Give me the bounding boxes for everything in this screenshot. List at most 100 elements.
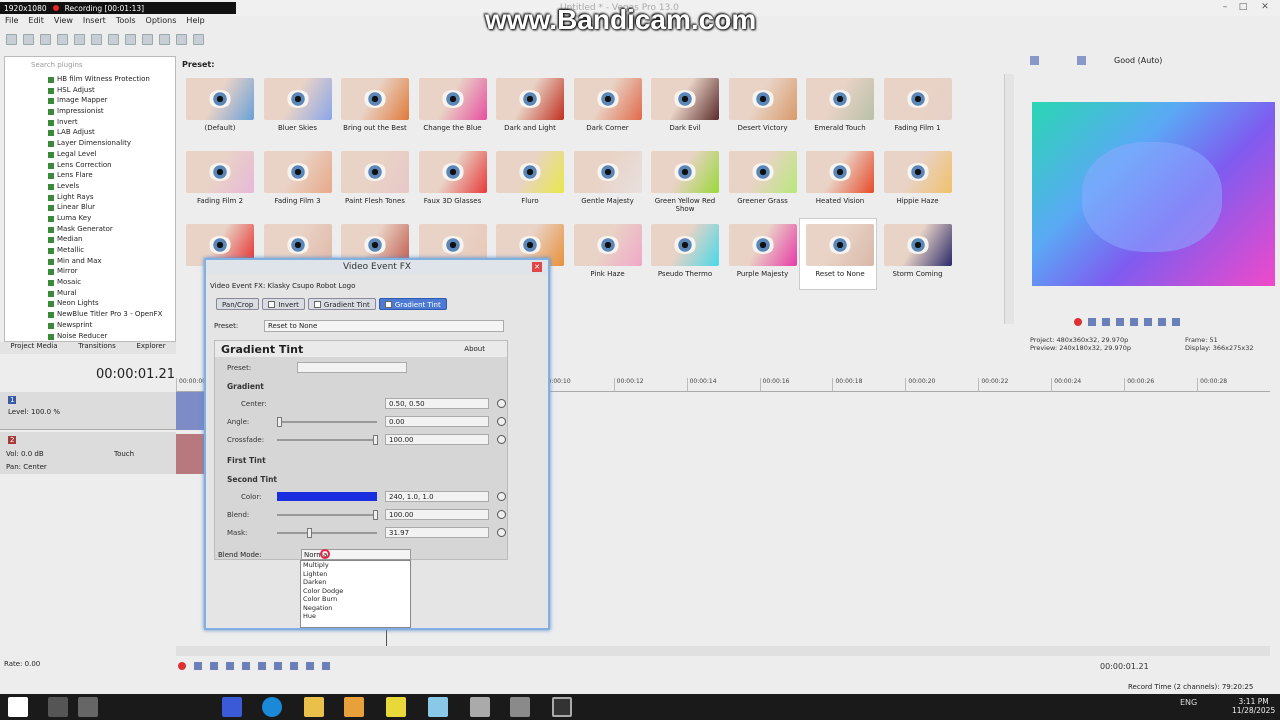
blend-option[interactable]: Multiply [303, 561, 410, 570]
redo-icon[interactable] [159, 34, 170, 45]
preset-thumbnail[interactable] [186, 151, 254, 193]
crossfade-value[interactable]: 100.00 [385, 434, 489, 445]
fx-list-item[interactable]: NewBlue Titler Pro 3 - OpenFX [5, 310, 175, 321]
dialog-close-button[interactable]: ✕ [532, 262, 542, 272]
next-frame-icon[interactable] [322, 662, 330, 670]
blend-option[interactable]: Color Burn [303, 595, 410, 604]
blend-mode-select[interactable]: Normal [301, 549, 411, 560]
fx-list-item[interactable]: Impressionist [5, 107, 175, 118]
play-from-start-icon[interactable] [1102, 318, 1110, 326]
preset-thumbnail[interactable] [418, 78, 487, 120]
pause-icon[interactable] [242, 662, 250, 670]
save-icon[interactable] [40, 34, 51, 45]
help-icon[interactable] [193, 34, 204, 45]
go-to-start-icon[interactable] [1158, 318, 1166, 326]
preset-thumbnail[interactable] [651, 151, 719, 193]
loop-icon[interactable] [194, 662, 202, 670]
preset-label[interactable]: (Default) [181, 124, 259, 132]
tray-clock[interactable]: 3:11 PM 11/28/2025 [1232, 697, 1275, 715]
blend-option[interactable]: Darken [303, 578, 410, 587]
preset-thumbnail[interactable] [728, 224, 797, 266]
chain-chip-pancrop[interactable]: Pan/Crop [216, 298, 260, 310]
slider-knob[interactable] [277, 417, 282, 427]
preset-label[interactable]: Greener Grass [724, 197, 802, 205]
play-from-start-icon[interactable] [210, 662, 218, 670]
audio-track-header[interactable]: 2 Vol: 0.0 dB Touch Pan: Center [0, 432, 176, 474]
crossfade-slider[interactable] [277, 435, 378, 445]
play-icon[interactable] [1116, 318, 1124, 326]
preset-thumbnail[interactable] [651, 78, 719, 120]
preset-scrollbar[interactable] [1004, 74, 1014, 324]
fx-list-item[interactable]: LAB Adjust [5, 128, 175, 139]
keyframe-clock-icon[interactable] [497, 417, 506, 426]
paste-icon[interactable] [125, 34, 136, 45]
second-tint-section[interactable]: Second Tint [215, 472, 507, 486]
preset-label[interactable]: Fluro [491, 197, 569, 205]
fx-list-item[interactable]: Noise Reducer [5, 332, 175, 342]
menu-help[interactable]: Help [186, 16, 204, 28]
fx-list-item[interactable]: Invert [5, 118, 175, 129]
fx-list-item[interactable]: Median [5, 235, 175, 246]
close-button[interactable]: ✕ [1258, 2, 1272, 14]
audio-clip[interactable] [176, 434, 206, 474]
preset-thumbnail[interactable] [341, 151, 409, 193]
menu-insert[interactable]: Insert [83, 16, 106, 28]
fx-list-item[interactable]: Legal Level [5, 150, 175, 161]
video-event-fx-dialog[interactable]: Video Event FX ✕ Video Event FX: Klasky … [204, 258, 550, 630]
slider-knob[interactable] [307, 528, 312, 538]
chain-chip-gradient-tint-1[interactable]: Gradient Tint [307, 298, 376, 310]
preset-thumbnail[interactable] [496, 78, 564, 120]
keyframe-clock-icon[interactable] [497, 510, 506, 519]
fx-list-item[interactable]: Levels [5, 182, 175, 193]
preview-quality-select[interactable]: Good (Auto) [1114, 56, 1162, 65]
preset-thumbnail[interactable] [728, 78, 797, 120]
file-explorer-icon[interactable] [304, 697, 324, 717]
vegas-icon[interactable] [552, 697, 572, 717]
preset-label[interactable]: Desert Victory [724, 124, 802, 132]
preset-label[interactable]: Bring out the Best [336, 124, 414, 132]
search-icon[interactable] [48, 697, 68, 717]
center-value[interactable]: 0.50, 0.50 [385, 398, 489, 409]
preset-thumbnail[interactable] [418, 151, 487, 193]
keyframe-clock-icon[interactable] [497, 492, 506, 501]
start-icon[interactable] [8, 697, 28, 717]
checkbox-icon[interactable] [384, 301, 392, 308]
preset-thumbnail[interactable] [573, 78, 642, 120]
preset-thumbnail[interactable] [806, 78, 874, 120]
settings-icon[interactable] [176, 34, 187, 45]
stop-icon[interactable] [258, 662, 266, 670]
keyframe-clock-icon[interactable] [497, 528, 506, 537]
blend-mode-dropdown[interactable]: Multiply Lighten Darken Color Dodge Colo… [300, 560, 411, 628]
keyframe-clock-icon[interactable] [497, 435, 506, 444]
angle-slider[interactable] [277, 417, 377, 427]
play-icon[interactable] [226, 662, 234, 670]
stop-icon[interactable] [1144, 318, 1152, 326]
track-touch[interactable]: Touch [114, 450, 134, 458]
preset-label[interactable]: Pseudo Thermo [646, 270, 724, 278]
render-icon[interactable] [57, 34, 68, 45]
slider-knob[interactable] [373, 510, 378, 520]
edge-icon[interactable] [262, 697, 282, 717]
fx-list-item[interactable]: Min and Max [5, 257, 175, 268]
printer-icon[interactable] [470, 697, 490, 717]
prev-frame-icon[interactable] [306, 662, 314, 670]
preset-label[interactable]: Storm Coming [879, 270, 957, 278]
tools-icon[interactable] [510, 697, 530, 717]
video-fx-list[interactable]: Search plugins HB film Witness Protectio… [4, 56, 176, 342]
preset-label[interactable]: Faux 3D Glasses [414, 197, 492, 205]
preset-thumbnail[interactable] [651, 224, 719, 266]
new-icon[interactable] [6, 34, 17, 45]
fx-list-item[interactable]: Lens Flare [5, 171, 175, 182]
preset-label[interactable]: Fading Film 3 [259, 197, 337, 205]
go-to-end-icon[interactable] [290, 662, 298, 670]
cut-icon[interactable] [91, 34, 102, 45]
fx-list-item[interactable]: Mural [5, 289, 175, 300]
checkbox-icon[interactable] [313, 301, 321, 308]
maximize-button[interactable]: □ [1236, 2, 1250, 14]
menu-view[interactable]: View [54, 16, 73, 28]
preset-thumbnail[interactable] [341, 78, 409, 120]
media-player-icon[interactable] [344, 697, 364, 717]
video-clip[interactable] [176, 392, 206, 430]
fx-list-item[interactable]: Image Mapper [5, 96, 175, 107]
first-tint-section[interactable]: First Tint [215, 453, 507, 467]
